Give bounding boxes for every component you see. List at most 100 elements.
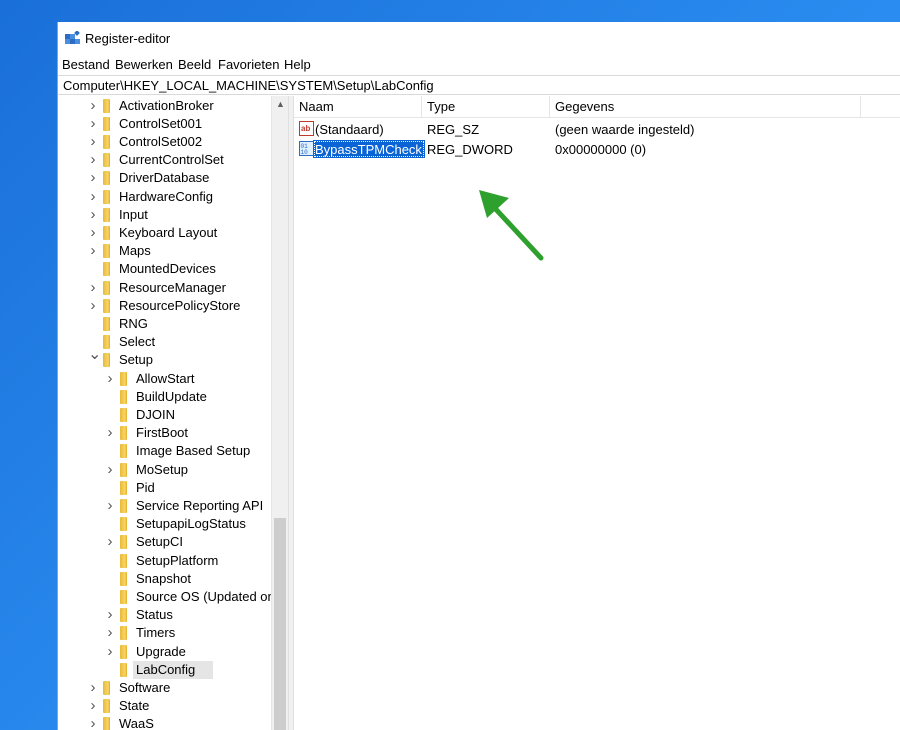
tree-item[interactable]: › State bbox=[58, 697, 270, 715]
chevron-right-icon[interactable]: › bbox=[88, 225, 98, 240]
tree-item[interactable]: SetupapiLogStatus bbox=[58, 515, 270, 533]
chevron-right-icon[interactable]: › bbox=[88, 698, 98, 713]
tree-item[interactable]: › ControlSet002 bbox=[58, 133, 270, 151]
scrollbar-thumb[interactable] bbox=[274, 518, 286, 730]
chevron-right-icon[interactable]: › bbox=[105, 498, 115, 513]
tree-item[interactable]: › ControlSet001 bbox=[58, 115, 270, 133]
column-divider[interactable] bbox=[860, 96, 861, 118]
tree-item[interactable]: › Input bbox=[58, 206, 270, 224]
tree-item[interactable]: LabConfig bbox=[58, 660, 270, 679]
chevron-right-icon[interactable]: › bbox=[88, 207, 98, 222]
tree-item-label: WaaS bbox=[119, 716, 154, 730]
registry-editor-icon bbox=[65, 31, 80, 44]
tree-item[interactable]: › CurrentControlSet bbox=[58, 151, 270, 169]
tree-item[interactable]: Source OS (Updated on bbox=[58, 588, 275, 606]
folder-icon bbox=[120, 535, 127, 550]
tree-item[interactable]: RNG bbox=[58, 315, 270, 333]
tree-item[interactable]: DJOIN bbox=[58, 406, 270, 424]
tree-item-label: ResourceManager bbox=[119, 279, 226, 295]
chevron-right-icon[interactable]: › bbox=[105, 462, 115, 477]
folder-icon bbox=[120, 589, 127, 604]
tree-item[interactable]: › AllowStart bbox=[58, 370, 270, 388]
value-name-selected[interactable]: BypassTPMCheck bbox=[313, 140, 425, 158]
tree-item[interactable]: › Software bbox=[58, 679, 270, 697]
address-bar[interactable]: Computer\HKEY_LOCAL_MACHINE\SYSTEM\Setup… bbox=[58, 75, 900, 95]
tree-item[interactable]: Snapshot bbox=[58, 570, 270, 588]
key-tree[interactable]: › ActivationBroker › ControlSet001 › ControlS… bbox=[58, 96, 288, 730]
tree-item[interactable]: › ResourceManager bbox=[58, 279, 270, 297]
chevron-right-icon[interactable]: › bbox=[105, 425, 115, 440]
tree-item[interactable]: › DriverDatabase bbox=[58, 169, 270, 187]
tree-item-label: Maps bbox=[119, 243, 151, 259]
value-type: REG_DWORD bbox=[427, 142, 513, 157]
tree-scrollbar[interactable]: ▲ bbox=[271, 96, 288, 730]
tree-item[interactable]: Pid bbox=[58, 479, 270, 497]
chevron-right-icon[interactable]: › bbox=[88, 116, 98, 131]
tree-item[interactable]: › SetupCI bbox=[58, 533, 270, 551]
tree-item[interactable]: › ActivationBroker bbox=[58, 97, 270, 115]
menu-beeld[interactable]: Beeld bbox=[178, 57, 211, 72]
tree-item-label: ControlSet002 bbox=[119, 133, 203, 149]
tree-item[interactable]: › Status bbox=[58, 606, 270, 624]
menu-favorieten[interactable]: Favorieten bbox=[218, 57, 279, 72]
tree-item[interactable]: Image Based Setup bbox=[58, 442, 270, 460]
tree-item-label: Upgrade bbox=[136, 643, 186, 659]
chevron-right-icon[interactable]: › bbox=[88, 152, 98, 167]
tree-item[interactable]: ⌄ Setup bbox=[58, 347, 270, 369]
tree-item[interactable]: › Upgrade bbox=[58, 643, 270, 661]
chevron-right-icon[interactable]: › bbox=[88, 98, 98, 113]
tree-item[interactable]: › WaaS bbox=[58, 715, 270, 730]
chevron-right-icon[interactable]: › bbox=[105, 371, 115, 386]
registry-editor-window: Register-editor Bestand Bewerken Beeld F… bbox=[57, 22, 900, 730]
chevron-right-icon[interactable]: › bbox=[88, 280, 98, 295]
tree-item[interactable]: › Keyboard Layout bbox=[58, 224, 270, 242]
folder-icon bbox=[120, 389, 127, 404]
tree-item[interactable]: › FirstBoot bbox=[58, 424, 270, 442]
menu-help[interactable]: Help bbox=[284, 57, 311, 72]
tree-item-label: FirstBoot bbox=[136, 425, 189, 441]
tree-item-label: Software bbox=[119, 679, 171, 695]
tree-item[interactable]: › MoSetup bbox=[58, 461, 270, 479]
tree-item[interactable]: › Service Reporting API bbox=[58, 497, 270, 515]
chevron-right-icon[interactable]: › bbox=[105, 534, 115, 549]
title-bar[interactable]: Register-editor bbox=[58, 22, 900, 53]
tree-item[interactable]: BuildUpdate bbox=[58, 388, 270, 406]
folder-icon bbox=[120, 626, 127, 641]
folder-icon bbox=[103, 171, 110, 186]
tree-item[interactable]: MountedDevices bbox=[58, 260, 270, 278]
scroll-up-arrow-icon[interactable]: ▲ bbox=[272, 96, 289, 113]
chevron-right-icon[interactable]: › bbox=[105, 607, 115, 622]
chevron-right-icon[interactable]: › bbox=[88, 716, 98, 730]
tree-item[interactable]: › Timers bbox=[58, 624, 270, 642]
column-header-type[interactable]: Type bbox=[427, 99, 455, 114]
chevron-right-icon[interactable]: › bbox=[88, 680, 98, 695]
folder-icon bbox=[103, 189, 110, 204]
chevron-right-icon[interactable]: › bbox=[88, 134, 98, 149]
value-row-selected[interactable]: 01 10 BypassTPMCheck REG_DWORD 0x0000000… bbox=[294, 139, 900, 159]
chevron-down-icon[interactable]: ⌄ bbox=[88, 347, 101, 363]
string-value-icon: ab bbox=[299, 121, 314, 136]
folder-icon bbox=[103, 298, 110, 313]
tree-item[interactable]: › HardwareConfig bbox=[58, 188, 270, 206]
tree-item[interactable]: › ResourcePolicyStore bbox=[58, 297, 270, 315]
tree-item-label: Source OS (Updated on bbox=[136, 588, 275, 604]
tree-item-label: BuildUpdate bbox=[136, 388, 207, 404]
window-title: Register-editor bbox=[85, 31, 171, 46]
folder-icon bbox=[103, 153, 110, 168]
chevron-right-icon[interactable]: › bbox=[88, 298, 98, 313]
column-header-naam[interactable]: Naam bbox=[299, 99, 334, 114]
menu-bewerken[interactable]: Bewerken bbox=[115, 57, 173, 72]
chevron-right-icon[interactable]: › bbox=[105, 644, 115, 659]
tree-item-label: SetupPlatform bbox=[136, 552, 219, 568]
column-divider[interactable] bbox=[421, 96, 422, 118]
menu-bestand[interactable]: Bestand bbox=[62, 57, 110, 72]
tree-item[interactable]: SetupPlatform bbox=[58, 552, 270, 570]
value-row[interactable]: ab (Standaard) REG_SZ (geen waarde inges… bbox=[294, 119, 900, 139]
chevron-right-icon[interactable]: › bbox=[88, 243, 98, 258]
chevron-right-icon[interactable]: › bbox=[88, 170, 98, 185]
column-header-gegevens[interactable]: Gegevens bbox=[555, 99, 614, 114]
chevron-right-icon[interactable]: › bbox=[105, 625, 115, 640]
column-divider[interactable] bbox=[549, 96, 550, 118]
tree-item[interactable]: › Maps bbox=[58, 242, 270, 260]
chevron-right-icon[interactable]: › bbox=[88, 189, 98, 204]
